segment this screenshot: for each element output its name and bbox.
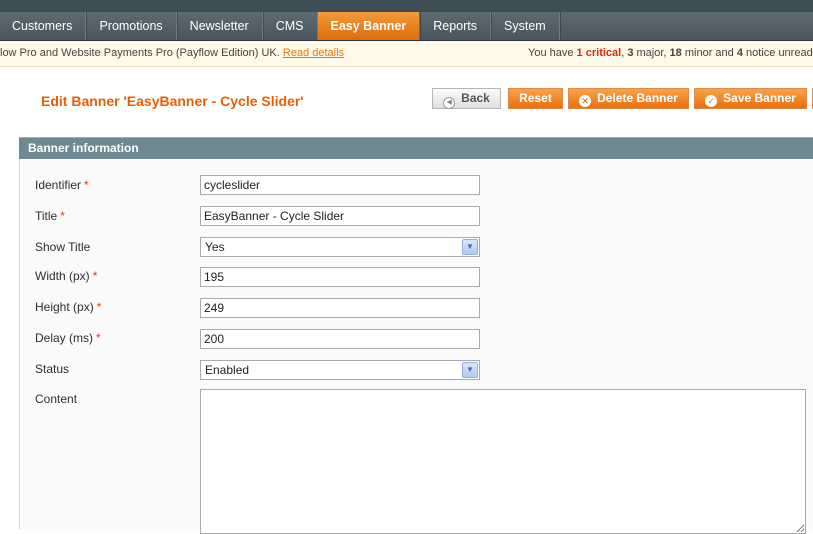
- notice-text: low Pro and Website Payments Pro (Payflo…: [0, 47, 280, 59]
- minor-label[interactable]: minor and: [685, 47, 734, 59]
- section-header: Banner information: [19, 137, 813, 159]
- delete-banner-button[interactable]: ✕ Delete Banner: [568, 88, 689, 109]
- width-input[interactable]: [200, 267, 480, 287]
- title-label: Title *: [35, 209, 65, 223]
- required-marker: *: [60, 209, 65, 223]
- notice-label[interactable]: notice unread m: [746, 47, 813, 59]
- nav-item-promotions[interactable]: Promotions: [86, 12, 177, 40]
- nav-item-customers[interactable]: Customers: [0, 12, 87, 40]
- title-label-text: Title: [35, 209, 58, 223]
- back-button-label: Back: [461, 91, 490, 105]
- nav-item-cms[interactable]: CMS: [263, 12, 318, 40]
- system-notice-bar: low Pro and Website Payments Pro (Payflo…: [0, 41, 813, 67]
- show-title-value: Yes: [205, 240, 225, 254]
- nav-item-newsletter[interactable]: Newsletter: [177, 12, 263, 40]
- delay-label-text: Delay (ms): [35, 331, 94, 345]
- required-marker: *: [92, 269, 98, 283]
- identifier-label: Identifier *: [35, 178, 89, 192]
- back-button[interactable]: ◀ Back: [432, 88, 501, 109]
- major-label[interactable]: major: [637, 47, 664, 59]
- separator: ,: [621, 47, 625, 59]
- top-strip: [0, 0, 813, 12]
- nav-item-reports[interactable]: Reports: [420, 12, 492, 40]
- height-label: Height (px) *: [35, 300, 101, 314]
- chevron-down-icon[interactable]: ▼: [462, 239, 478, 255]
- identifier-label-text: Identifier: [35, 178, 82, 192]
- title-input[interactable]: [200, 206, 480, 226]
- height-input[interactable]: [200, 298, 480, 318]
- status-label: Status: [35, 362, 70, 376]
- critical-label[interactable]: critical: [586, 47, 621, 59]
- back-arrow-icon: ◀: [443, 97, 456, 109]
- width-label: Width (px) *: [35, 269, 97, 283]
- reset-button[interactable]: Reset: [508, 88, 563, 109]
- show-title-label: Show Title: [35, 240, 91, 254]
- delay-input[interactable]: [200, 329, 480, 349]
- notice-summary-prefix: You have: [528, 47, 574, 59]
- nav-item-easy-banner[interactable]: Easy Banner: [317, 12, 421, 40]
- delete-icon: ✕: [579, 95, 592, 107]
- show-title-select[interactable]: Yes ▼: [200, 237, 480, 257]
- delete-button-label: Delete Banner: [597, 91, 678, 105]
- nav-item-system[interactable]: System: [491, 12, 560, 40]
- status-value: Enabled: [205, 363, 250, 377]
- chevron-down-icon[interactable]: ▼: [462, 362, 478, 378]
- identifier-input[interactable]: [200, 175, 480, 195]
- height-label-text: Height (px): [35, 300, 94, 314]
- content-label: Content: [35, 392, 78, 406]
- required-marker: *: [96, 331, 101, 345]
- notice-summary: You have 1 critical, 3 major, 18 minor a…: [528, 41, 813, 66]
- delay-label: Delay (ms) *: [35, 331, 101, 345]
- major-count[interactable]: 3: [627, 47, 633, 59]
- page-title: Edit Banner 'EasyBanner - Cycle Slider': [41, 93, 304, 109]
- content-textarea[interactable]: [200, 389, 806, 534]
- reset-button-label: Reset: [519, 91, 552, 105]
- status-select[interactable]: Enabled ▼: [200, 360, 480, 380]
- required-marker: *: [84, 178, 89, 192]
- critical-count[interactable]: 1: [577, 47, 583, 59]
- save-banner-button[interactable]: ✓ Save Banner: [694, 88, 807, 109]
- main-navigation: Customers Promotions Newsletter CMS Easy…: [0, 12, 813, 41]
- notice-count[interactable]: 4: [737, 47, 743, 59]
- save-button-label: Save Banner: [723, 91, 796, 105]
- minor-count[interactable]: 18: [670, 47, 682, 59]
- notice-message: low Pro and Website Payments Pro (Payflo…: [0, 41, 344, 66]
- check-icon: ✓: [705, 95, 718, 107]
- read-details-link[interactable]: Read details: [283, 47, 344, 59]
- required-marker: *: [96, 300, 102, 314]
- width-label-text: Width (px): [35, 269, 90, 283]
- separator: ,: [663, 47, 667, 59]
